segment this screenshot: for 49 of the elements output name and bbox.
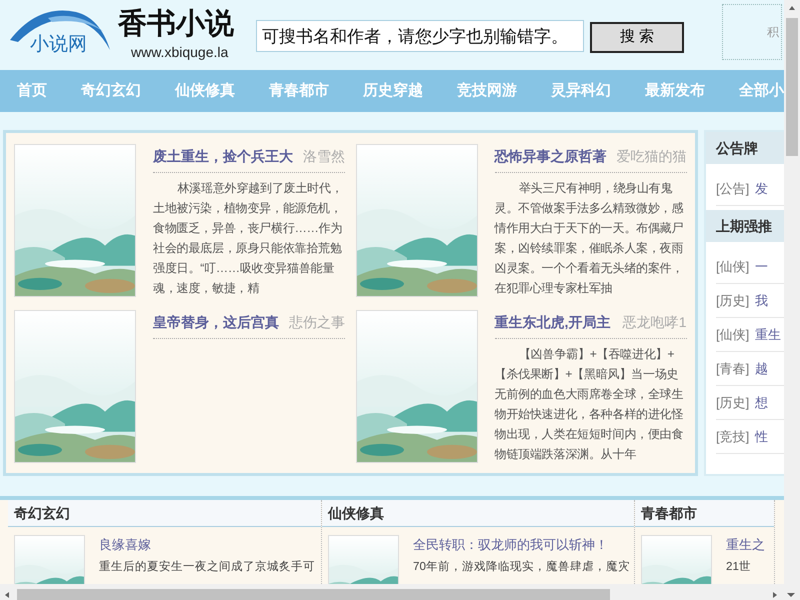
category-heading: 奇幻玄幻 bbox=[8, 500, 321, 527]
book-description: 林溪瑶意外穿越到了废土时代，土地被污染，植物变异，能源危机，食物匮乏，异兽，丧尸横行……作为社会的最底层，原身只能依靠拾荒勉强度日。“叮……吸收变异猫兽能量魂，速度，敏捷，精 bbox=[153, 180, 344, 297]
sidebar-tag: [仙侠] bbox=[716, 324, 750, 344]
book-title-link[interactable]: 重生东北虎,开局主 bbox=[494, 312, 610, 333]
logo-text: 小说网 bbox=[30, 35, 87, 54]
book-title-link[interactable]: 重生之 bbox=[726, 536, 765, 554]
book-description: 重生后的夏安生一夜之间成了京城炙手可 bbox=[99, 558, 315, 574]
book-author: 爱吃猫的猫 bbox=[616, 147, 686, 166]
book-description: 举头三尺有神明，绕身山有鬼灵。不管做案手法多么精致微妙，感情作用大白于天下的一天。布偶藏尸案，凶铃续罪案，催眠杀人案，夜雨凶灵案。一个个看着无头绪的案件，在犯罪心理专家杜军抽 bbox=[494, 180, 684, 297]
book-title-link[interactable]: 良缘喜嫁 bbox=[99, 536, 151, 554]
book-title-link[interactable]: 废土重生，捡个兵王大 bbox=[153, 146, 293, 167]
scrollbar-thumb[interactable] bbox=[786, 18, 798, 156]
book-author: 洛雪然 bbox=[303, 147, 345, 166]
sidebar-link[interactable]: 我 bbox=[755, 290, 768, 310]
book-author: 恶龙咆哮1 bbox=[622, 313, 686, 332]
vertical-scrollbar[interactable] bbox=[784, 0, 800, 584]
sidebar-heading: 公告牌 bbox=[706, 132, 784, 164]
sidebar-tag: [青春] bbox=[716, 358, 750, 378]
book-description: 70年前，游戏降临现实，魔兽肆虐，魔灾 bbox=[413, 558, 630, 574]
book-title-link[interactable]: 恐怖异事之原哲著 bbox=[494, 146, 606, 167]
sidebar-link[interactable]: 一 bbox=[755, 256, 768, 276]
site-url: www.xbiquge.la bbox=[131, 45, 230, 59]
search-field[interactable]: 可搜书名和作者，请您少字也别输错字。 bbox=[256, 20, 584, 52]
book-author: 悲伤之事 bbox=[289, 313, 345, 332]
sidebar-tag: [历史] bbox=[716, 290, 750, 310]
sidebar-tag: [仙侠] bbox=[716, 256, 750, 276]
book-description: 【凶兽争霸】+【吞噬进化】+【杀伐果断】+【黑暗风】当一场史无前例的血色大雨席卷全球，全球生物开始快速进化，各种各样的进化怪物出现，人类在短短时间内，便由食物链顶端跌落深渊。从十年 bbox=[494, 346, 684, 463]
category-heading: 仙侠修真 bbox=[322, 500, 634, 527]
scroll-right-icon[interactable] bbox=[773, 592, 777, 598]
scrollbar-thumb[interactable] bbox=[17, 588, 610, 600]
sidebar-link[interactable]: 性 bbox=[755, 426, 768, 446]
site-title: 香书小说 bbox=[118, 10, 234, 39]
sidebar-link[interactable]: 想 bbox=[755, 392, 768, 412]
sidebar-link[interactable]: 重生 bbox=[755, 324, 782, 344]
book-title-link[interactable]: 全民转职：驭龙师的我可以斩神！ bbox=[413, 536, 608, 554]
sidebar-heading: 上期强推 bbox=[706, 210, 784, 242]
sidebar-tag: [历史] bbox=[716, 392, 750, 412]
scroll-up-icon[interactable] bbox=[789, 6, 795, 10]
horizontal-scrollbar[interactable] bbox=[0, 584, 800, 600]
scroll-down-icon[interactable] bbox=[787, 592, 795, 597]
book-description: 21世 bbox=[726, 558, 752, 574]
book-title-link[interactable]: 皇帝替身，这后宫真 bbox=[153, 312, 279, 333]
sidebar-link[interactable]: 发 bbox=[755, 178, 768, 198]
sidebar-tag: [竞技] bbox=[716, 426, 750, 446]
sidebar-tag: [公告] bbox=[716, 178, 750, 198]
sidebar-link[interactable]: 越 bbox=[755, 358, 768, 378]
category-heading: 青春都市 bbox=[635, 500, 774, 527]
scroll-left-icon[interactable] bbox=[5, 592, 9, 598]
search-button[interactable]: 搜 索 bbox=[590, 22, 684, 53]
